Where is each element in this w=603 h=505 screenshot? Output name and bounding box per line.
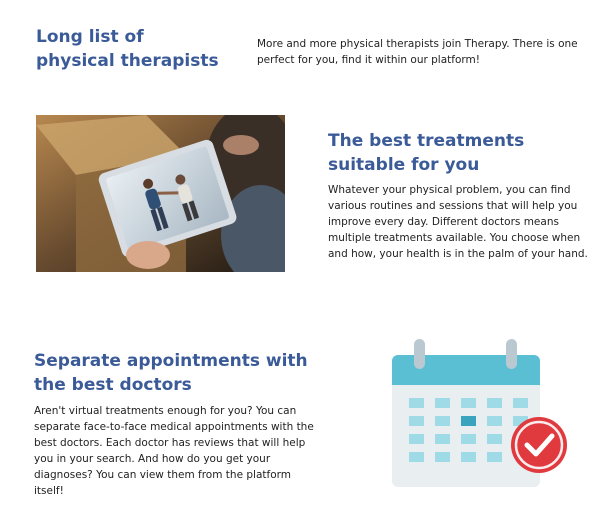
section-title-therapists: Long list of physical therapists [36, 25, 236, 73]
calendar-ring [414, 339, 425, 369]
tablet-video-therapy-photo [36, 115, 285, 272]
section-description-appointments: Aren't virtual treatments enough for you… [34, 405, 314, 497]
section-title-line: Long list of [36, 27, 144, 47]
section-title-treatments: The best treatments suitable for you [328, 131, 525, 175]
section-description-therapists: More and more physical therapists join T… [257, 38, 578, 66]
check-badge [511, 417, 567, 473]
calendar-ring [506, 339, 517, 369]
section-description-treatments: Whatever your physical problem, you can … [328, 184, 588, 260]
calendar-check-icon [385, 333, 575, 493]
section-title-appointments: Separate appointments with the best doct… [34, 351, 308, 395]
section-title-line: physical therapists [36, 51, 219, 71]
